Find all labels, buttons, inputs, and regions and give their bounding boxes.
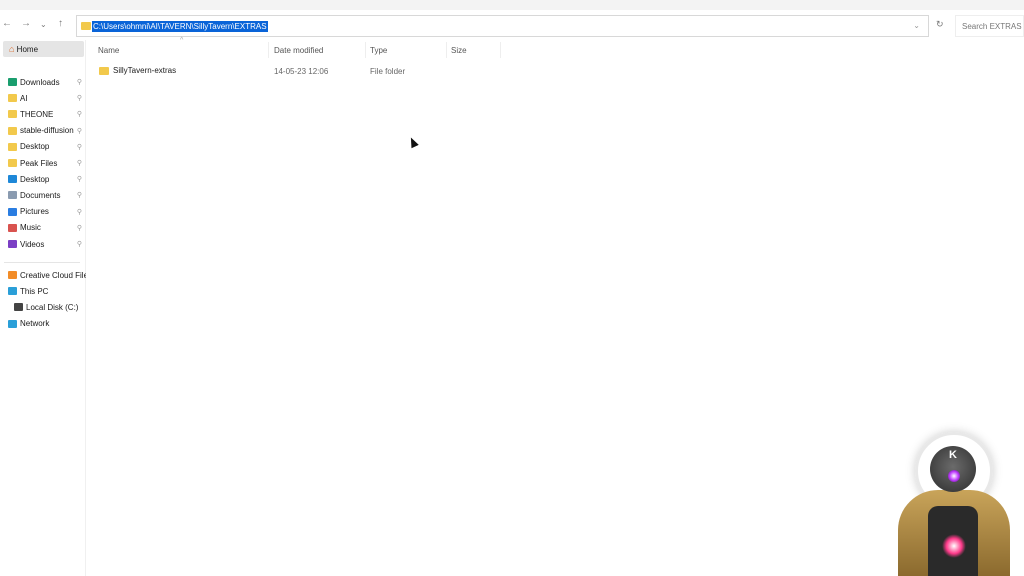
sidebar-item[interactable]: Local Disk (C:) [14, 300, 92, 314]
sidebar-item[interactable]: stable-diffusion ⚲ [8, 124, 86, 138]
column-divider[interactable] [268, 42, 269, 58]
sidebar-item[interactable]: Desktop ⚲ [8, 172, 86, 186]
column-divider[interactable] [446, 42, 447, 58]
search-input[interactable]: Search EXTRAS [955, 15, 1024, 37]
folder-icon [8, 94, 17, 103]
sidebar-item[interactable]: Peak Files ⚲ [8, 156, 86, 170]
folder-icon [99, 66, 109, 75]
navigation-pane: ⌂ Home Downloads ⚲ AI ⚲ THEONE ⚲ stable-diffus… [0, 40, 86, 576]
sidebar-item-label: stable-diffusion [20, 126, 74, 136]
sidebar-item[interactable]: Desktop ⚲ [8, 140, 86, 154]
folder-icon [8, 142, 17, 151]
folder-icon [8, 126, 17, 135]
file-type: File folder [370, 67, 406, 76]
sidebar-item-label: Music [20, 223, 41, 233]
folder-icon [8, 78, 17, 86]
sidebar-item[interactable]: Pictures ⚲ [8, 205, 86, 219]
file-row[interactable]: SillyTavern-extras [99, 66, 176, 75]
column-header-size[interactable]: Size [451, 46, 467, 55]
folder-icon [8, 191, 17, 200]
column-divider[interactable] [365, 42, 366, 58]
sidebar-item-label: AI [20, 93, 28, 103]
column-header-type[interactable]: Type [370, 46, 387, 55]
column-header-date[interactable]: Date modified [274, 46, 323, 55]
sidebar-item-label: THEONE [20, 109, 54, 119]
pin-icon[interactable]: ⚲ [77, 94, 82, 102]
pin-icon[interactable]: ⚲ [77, 159, 82, 167]
pin-icon[interactable]: ⚲ [77, 78, 82, 86]
sidebar-item-label: Home [16, 45, 39, 54]
sidebar-item[interactable]: THEONE ⚲ [8, 107, 86, 121]
sidebar-item[interactable]: Creative Cloud Files [8, 268, 86, 282]
folder-icon [8, 287, 17, 296]
folder-icon [8, 175, 17, 184]
sidebar-item-label: Desktop [20, 174, 50, 184]
pin-icon[interactable]: ⚲ [77, 224, 82, 232]
folder-icon [8, 159, 17, 167]
sidebar-item-label: Network [20, 319, 50, 329]
home-icon: ⌂ [9, 44, 15, 54]
forward-icon[interactable]: → [21, 18, 31, 29]
sidebar-item-label: Downloads [20, 77, 60, 87]
pin-icon[interactable]: ⚲ [77, 191, 82, 199]
pin-icon[interactable]: ⚲ [77, 110, 82, 118]
folder-icon [14, 303, 23, 312]
refresh-icon[interactable]: ↻ [936, 19, 944, 30]
folder-icon [8, 319, 17, 328]
sidebar-item[interactable]: AI ⚲ [8, 91, 86, 105]
column-header-name[interactable]: Name [98, 46, 119, 55]
mouse-cursor-icon [407, 135, 419, 149]
sidebar-item[interactable]: Downloads ⚲ [8, 75, 86, 89]
streamer-avatar-overlay: K [890, 430, 1024, 576]
sidebar-item-home[interactable]: ⌂ Home [3, 41, 84, 57]
folder-icon [8, 207, 17, 216]
avatar-badge: K [949, 449, 957, 461]
address-path[interactable]: C:\Users\ohmni\AI\TAVERN\SillyTavern\EXT… [92, 21, 268, 32]
chest-glow [942, 534, 966, 558]
folder-icon [8, 110, 17, 119]
file-name: SillyTavern-extras [113, 66, 177, 75]
sidebar-item-label: Desktop [20, 142, 50, 152]
folder-icon [8, 223, 17, 232]
sidebar-item-label: Videos [20, 239, 45, 249]
pin-icon[interactable]: ⚲ [77, 240, 82, 248]
chevron-down-icon[interactable]: ⌄ [913, 21, 920, 30]
sidebar-item-label: Peak Files [20, 158, 58, 168]
sidebar-item[interactable]: Documents ⚲ [8, 188, 86, 202]
sidebar-item[interactable]: Music ⚲ [8, 221, 86, 235]
sort-arrow-icon: ^ [180, 37, 184, 44]
pin-icon[interactable]: ⚲ [77, 175, 82, 183]
address-bar[interactable]: C:\Users\ohmni\AI\TAVERN\SillyTavern\EXT… [76, 15, 929, 37]
sidebar-item-label: Documents [20, 190, 61, 200]
title-bar [0, 0, 1024, 10]
sidebar-item[interactable]: Network [8, 317, 86, 331]
sidebar-item[interactable]: Videos ⚲ [8, 237, 86, 251]
sidebar-item-label: This PC [20, 286, 49, 296]
folder-icon [8, 271, 17, 279]
back-icon[interactable]: ← [2, 18, 12, 29]
avatar-eye [948, 470, 960, 482]
pin-icon[interactable]: ⚲ [77, 208, 82, 216]
recent-chevron-icon[interactable]: ⌄ [40, 20, 47, 29]
sidebar-item[interactable]: This PC [8, 284, 86, 298]
file-date: 14-05-23 12:06 [274, 67, 329, 76]
folder-icon [81, 22, 91, 30]
sidebar-item-label: Pictures [20, 207, 49, 217]
sidebar-item-label: Creative Cloud Files [20, 270, 86, 280]
divider [4, 262, 80, 263]
pin-icon[interactable]: ⚲ [77, 127, 82, 135]
folder-icon [8, 240, 17, 248]
pin-icon[interactable]: ⚲ [77, 143, 82, 151]
column-divider[interactable] [500, 42, 501, 58]
up-icon[interactable]: ↑ [58, 18, 63, 29]
sidebar-item-label: Local Disk (C:) [26, 302, 79, 312]
